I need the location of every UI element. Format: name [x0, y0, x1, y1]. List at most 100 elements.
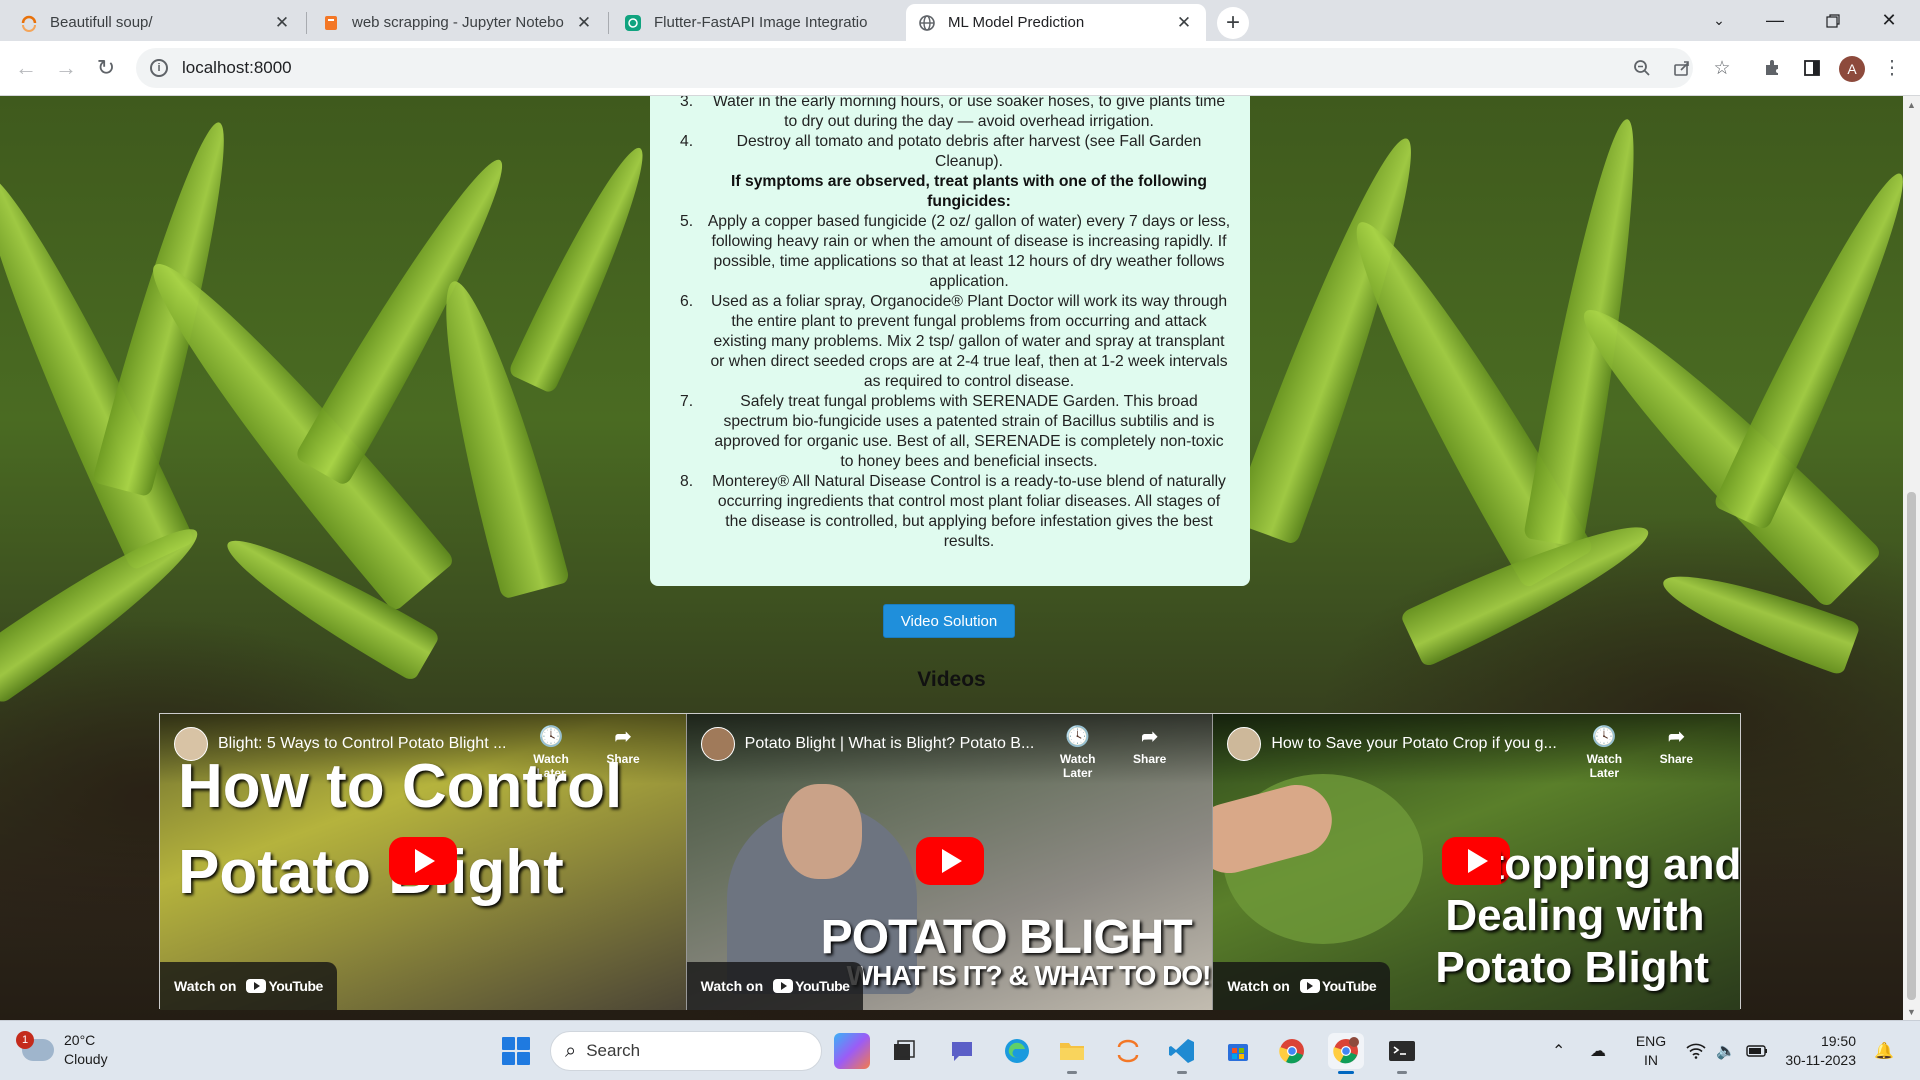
browser-toolbar: ← → ↻ i localhost:8000 ☆ A ⋮: [0, 41, 1920, 96]
jupyter-icon: [322, 14, 340, 32]
scrollbar-thumb[interactable]: [1907, 492, 1916, 1000]
play-button[interactable]: [915, 837, 984, 885]
clock-time: 19:50: [1820, 1033, 1856, 1049]
treatment-list: 3. Water in the early morning hours, or u…: [680, 96, 1232, 172]
tab-search-chevron-icon[interactable]: ⌄: [1696, 0, 1742, 41]
address-bar[interactable]: i localhost:8000: [136, 48, 1693, 88]
extensions-icon[interactable]: [1756, 52, 1788, 84]
tab-label: web scrapping - Jupyter Notebo: [352, 14, 564, 31]
close-icon[interactable]: ✕: [574, 13, 594, 33]
share-arrow-icon: ➦: [1667, 726, 1685, 748]
show-hidden-icons-chevron-icon[interactable]: ⌃: [1552, 1021, 1565, 1080]
back-icon[interactable]: ←: [10, 52, 42, 84]
zoom-icon[interactable]: [1626, 52, 1658, 84]
weather-widget[interactable]: 1 20°C Cloudy: [16, 1031, 108, 1069]
volume-icon[interactable]: 🔈: [1716, 1021, 1736, 1080]
file-explorer-icon[interactable]: [1054, 1033, 1090, 1074]
spinner-icon: [20, 14, 38, 32]
edge-icon[interactable]: [999, 1033, 1035, 1069]
site-info-icon[interactable]: i: [150, 59, 168, 77]
restore-icon[interactable]: [1810, 0, 1856, 41]
tab-flutter-fastapi[interactable]: Flutter-FastAPI Image Integratio: [612, 4, 908, 41]
close-icon[interactable]: ✕: [1174, 13, 1194, 33]
forward-icon[interactable]: →: [50, 52, 82, 84]
reload-icon[interactable]: ↻: [90, 52, 122, 84]
share-icon[interactable]: [1666, 52, 1698, 84]
menu-kebab-icon[interactable]: ⋮: [1876, 52, 1908, 84]
tab-jupyter[interactable]: web scrapping - Jupyter Notebo ✕: [310, 4, 606, 41]
video-solution-button[interactable]: Video Solution: [883, 604, 1015, 638]
terminal-icon[interactable]: [1384, 1033, 1420, 1074]
bookmark-star-icon[interactable]: ☆: [1706, 52, 1738, 84]
search-placeholder: Search: [586, 1041, 641, 1060]
notification-badge: 1: [16, 1031, 34, 1049]
task-view-icon[interactable]: [886, 1033, 922, 1069]
video-grid: Blight: 5 Ways to Control Potato Blight …: [159, 713, 1741, 1010]
watch-on-youtube-link[interactable]: Watch on YouTube: [160, 962, 337, 1010]
play-button[interactable]: [1442, 837, 1511, 885]
watch-later-button[interactable]: 🕓 Watch Later: [1574, 726, 1634, 780]
watch-later-button[interactable]: 🕓 Watch Later: [1048, 726, 1108, 780]
profile-avatar[interactable]: A: [1839, 56, 1865, 82]
weather-temperature: 20°C: [64, 1032, 96, 1048]
jupyter-app-icon[interactable]: [1110, 1033, 1146, 1069]
video-embed[interactable]: How to Save your Potato Crop if you g...…: [1213, 714, 1741, 1010]
search-icon: ⌕: [565, 1039, 577, 1062]
videos-heading: Videos: [917, 668, 986, 691]
share-button[interactable]: ➦ Share: [1120, 726, 1180, 766]
thumbnail-text: Stopping and: [1501, 840, 1741, 889]
close-window-icon[interactable]: ✕: [1866, 0, 1912, 41]
list-item: 7. Safely treat fungal problems with SERE…: [680, 393, 1224, 470]
onedrive-cloud-icon[interactable]: ☁: [1590, 1021, 1606, 1080]
share-arrow-icon: ➦: [614, 726, 632, 748]
tab-ml-model-prediction[interactable]: ML Model Prediction ✕: [906, 4, 1206, 41]
fungicide-list: 5. Apply a copper based fungicide (2 oz/ …: [680, 212, 1232, 552]
copilot-icon[interactable]: [834, 1033, 870, 1069]
teams-chat-icon[interactable]: [944, 1033, 980, 1069]
url-text: localhost:8000: [182, 58, 292, 77]
share-arrow-icon: ➦: [1141, 726, 1159, 748]
list-item: 6. Used as a foliar spray, Organocide® Pl…: [680, 293, 1228, 390]
tab-strip: Beautifull soup/ ✕ web scrapping - Jupyt…: [0, 0, 1920, 41]
watch-on-youtube-link[interactable]: Watch on YouTube: [1213, 962, 1391, 1010]
watch-on-youtube-link[interactable]: Watch on YouTube: [686, 962, 864, 1010]
vscode-icon[interactable]: [1164, 1033, 1200, 1074]
thumbnail-text: POTATO BLIGHT: [820, 911, 1193, 964]
close-icon[interactable]: ✕: [272, 13, 292, 33]
chrome-icon[interactable]: [1274, 1033, 1310, 1069]
tab-label: Flutter-FastAPI Image Integratio: [654, 14, 868, 31]
page-scrollbar[interactable]: ▲ ▼: [1903, 96, 1920, 1020]
youtube-logo-icon: YouTube: [1299, 978, 1377, 994]
battery-icon[interactable]: [1746, 1021, 1768, 1080]
fungicide-subheading: If symptoms are observed, treat plants w…: [731, 173, 1207, 210]
treatment-card: 3. Water in the early morning hours, or u…: [650, 96, 1250, 586]
scroll-down-arrow-icon[interactable]: ▼: [1903, 1003, 1920, 1020]
wifi-icon[interactable]: [1686, 1021, 1706, 1080]
taskbar-search[interactable]: ⌕ Search: [550, 1031, 822, 1071]
microsoft-store-icon[interactable]: [1220, 1033, 1256, 1069]
chrome-profile-icon[interactable]: [1328, 1033, 1364, 1074]
globe-icon: [918, 14, 936, 32]
thumbnail-text: WHAT IS IT? & WHAT TO DO!: [846, 960, 1212, 991]
clock-date: 30-11-2023: [1785, 1052, 1856, 1068]
side-panel-icon[interactable]: [1796, 52, 1828, 84]
video-title[interactable]: How to Save your Potato Crop if you g...: [1271, 735, 1591, 753]
cloud-icon: 1: [16, 1031, 54, 1061]
chatgpt-icon: [624, 14, 642, 32]
share-button[interactable]: ➦ Share: [1646, 726, 1706, 766]
video-title[interactable]: Potato Blight | What is Blight? Potato B…: [745, 735, 1065, 753]
clock-icon: 🕓: [1065, 726, 1091, 748]
windows-start-icon[interactable]: [502, 1037, 530, 1065]
new-tab-button[interactable]: +: [1217, 7, 1249, 39]
tab-beautifull-soup[interactable]: Beautifull soup/ ✕: [8, 4, 304, 41]
video-title[interactable]: Blight: 5 Ways to Control Potato Blight …: [218, 735, 538, 753]
language-indicator[interactable]: ENG IN: [1631, 1032, 1671, 1070]
system-clock[interactable]: 19:50 30-11-2023: [1776, 1032, 1856, 1070]
video-embed[interactable]: Blight: 5 Ways to Control Potato Blight …: [160, 714, 687, 1010]
channel-avatar[interactable]: [700, 727, 735, 761]
minimize-icon[interactable]: —: [1752, 0, 1798, 41]
notification-bell-icon[interactable]: 🔔: [1874, 1021, 1894, 1080]
video-embed[interactable]: Potato Blight | What is Blight? Potato B…: [686, 714, 1214, 1010]
play-button[interactable]: [389, 837, 457, 885]
scroll-up-arrow-icon[interactable]: ▲: [1903, 96, 1920, 113]
